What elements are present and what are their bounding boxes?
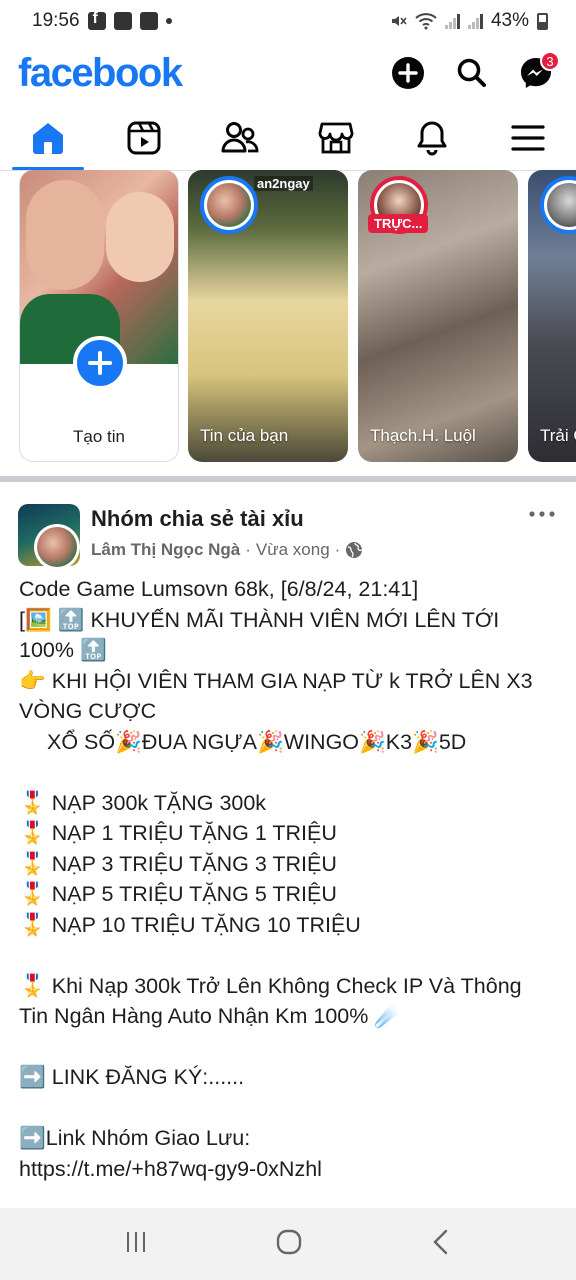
main-nav [0,106,576,170]
friends-icon [221,122,259,153]
mute-icon [391,16,407,26]
more-notifications-dot-icon [165,18,172,24]
create-story-label: Tạo tin [73,427,125,446]
tab-notifications[interactable] [392,106,472,170]
home-icon [33,123,63,154]
post-line: ➡️Link Nhóm Giao Lưu: [19,1126,251,1150]
home-button[interactable] [275,1228,303,1261]
post-more-button[interactable] [524,502,560,526]
stories-tray: Tạo tin an2ngay Tin của bạn TRỰC... Thạc… [0,170,576,472]
gallery-notification-icon [113,12,132,30]
battery-icon [537,12,548,30]
post-header: Nhóm chia sẻ tài xỉu Lâm Thị Ngọc Ngà · … [0,482,576,574]
status-time: 19:56 [32,10,80,31]
marketplace-icon [318,122,354,154]
app-header: facebook 3 [0,42,576,104]
story-label: Thạch.H. Luộl [370,426,476,445]
header-actions: 3 [384,49,560,97]
story-card[interactable]: TRỰC... Thạch.H. Luộl [358,170,518,462]
post-line: VÒNG CƯỢC [19,699,157,723]
create-button[interactable] [384,49,432,97]
status-left: 19:56 [32,10,172,32]
signal-icon [444,13,460,29]
live-badge: TRỰC... [368,214,429,233]
story-card[interactable]: an2ngay Tin của bạn [188,170,348,462]
messenger-badge: 3 [540,51,560,71]
recents-icon [127,1231,145,1252]
post-line: [🖼️ 🔝 KHUYẾN MÃI THÀNH VIÊN MỚI LÊN TỚI [19,607,500,632]
story-watermark: an2ngay [254,176,313,191]
home-circle-icon [276,1229,302,1254]
post-line: 🎖️ NẠP 10 TRIỆU TẶNG 10 TRIỆU [19,912,361,937]
post-meta: Lâm Thị Ngọc Ngà · Vừa xong · [91,540,363,560]
status-bar: 19:56 43% [0,0,576,42]
post-line: 🎖️ NẠP 300k TẶNG 300k [19,790,267,815]
create-story-card[interactable]: Tạo tin [19,170,179,462]
author-avatar[interactable] [34,524,80,570]
meta-separator: · [245,540,251,559]
tab-menu[interactable] [488,106,568,170]
post-line: 🎖️ NẠP 3 TRIỆU TẶNG 3 TRIỆU [19,851,337,876]
tab-home[interactable] [8,106,88,170]
profile-photo [20,170,178,364]
tab-video[interactable] [104,106,184,170]
video-notification-icon [139,12,158,30]
video-icon [127,121,161,155]
more-horizontal-icon [529,511,555,517]
post-line: 🎖️ NẠP 1 TRIỆU TẶNG 1 TRIỆU [19,821,337,845]
facebook-logo[interactable]: facebook [18,51,183,96]
story-card[interactable]: Trải C [528,170,576,462]
plus-circle-icon [392,57,424,89]
tab-friends[interactable] [200,106,280,170]
post-line: 🎖️ Khi Nạp 300k Trở Lên Không Check IP V… [19,973,522,998]
post-line: XỔ SỐ🎉ĐUA NGỰA🎉WINGO🎉K3🎉5D [47,729,467,754]
story-label: Tin của bạn [200,426,289,445]
back-button[interactable] [429,1228,453,1261]
meta-separator: · [334,540,341,559]
menu-icon [511,125,545,151]
signal-icon-2 [467,13,483,29]
author-name[interactable]: Lâm Thị Ngọc Ngà [91,540,240,560]
post-line: 👉 KHI HỘI VIÊN THAM GIA NẠP TỪ k TRỞ LÊN… [19,668,533,693]
feed-post: Nhóm chia sẻ tài xỉu Lâm Thị Ngọc Ngà · … [0,482,576,1208]
battery-percentage: 43% [490,10,529,31]
recents-button[interactable] [123,1229,149,1260]
search-icon [457,58,486,87]
wifi-icon [415,13,437,30]
system-navigation-bar [0,1208,576,1280]
back-icon [433,1229,448,1254]
facebook-notification-icon [87,10,106,30]
bell-icon [417,121,447,156]
post-line: 🎖️ NẠP 5 TRIỆU TẶNG 5 TRIỆU [19,882,337,906]
story-avatar [200,176,258,234]
post-line: Tin Ngân Hàng Auto Nhận Km 100% ☄️ [19,1004,402,1028]
globe-icon [346,542,363,558]
status-right: 43% [389,10,548,32]
add-story-button[interactable] [73,336,127,390]
post-line: ➡️ LINK ĐĂNG KÝ:...... [19,1065,245,1089]
post-time[interactable]: Vừa xong [256,540,330,560]
group-name[interactable]: Nhóm chia sẻ tài xỉu [91,506,304,532]
post-text: Code Game Lumsovn 68k, [6/8/24, 21:41] [… [19,574,559,1184]
post-link[interactable]: https://t.me/+h87wq-gy9-0xNzhl [19,1154,559,1185]
post-line: Code Game Lumsovn 68k, [6/8/24, 21:41] [19,577,419,601]
plus-icon [88,351,112,375]
messenger-button[interactable]: 3 [512,49,560,97]
tab-marketplace[interactable] [296,106,376,170]
search-button[interactable] [448,49,496,97]
post-line: 100% 🔝 [19,638,107,662]
story-label: Trải C [540,426,576,445]
